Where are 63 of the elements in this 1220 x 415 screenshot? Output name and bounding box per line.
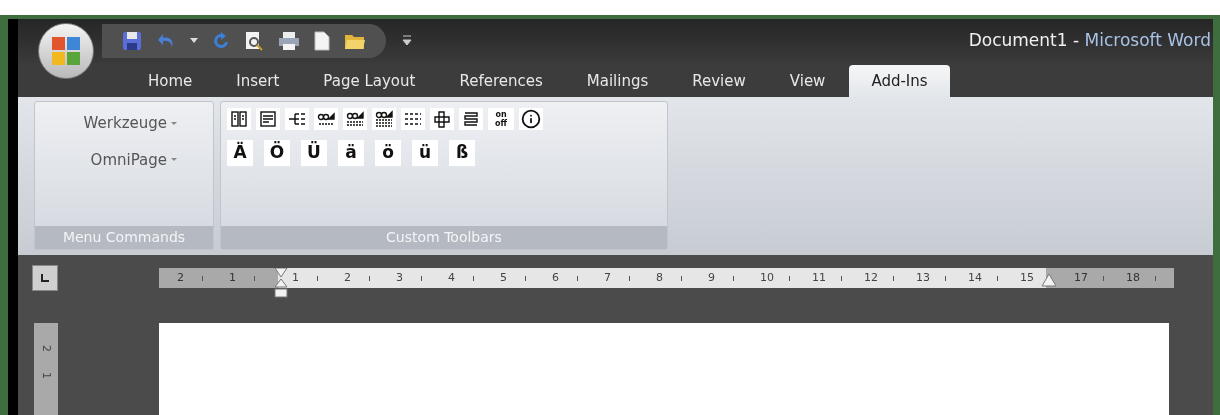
info-icon[interactable]: [519, 108, 543, 130]
ruler-number: 2: [177, 269, 184, 286]
caret-icon[interactable]: [190, 38, 198, 44]
ruler-number: 7: [604, 269, 611, 286]
logo-icon: [50, 35, 82, 67]
character-button[interactable]: ö: [375, 140, 401, 166]
printer-icon[interactable]: [278, 31, 300, 51]
form-icon[interactable]: [256, 108, 280, 130]
group-label: Custom Toolbars: [221, 226, 667, 249]
character-button[interactable]: ß: [449, 140, 475, 166]
link-icon[interactable]: [372, 108, 396, 130]
coil-icon[interactable]: [459, 108, 483, 130]
link-icon[interactable]: [343, 108, 367, 130]
ruler-number: 10: [760, 269, 774, 286]
ruler-number: 18: [1126, 269, 1140, 286]
ruler-number: 6: [552, 269, 559, 286]
ruler-number: 1: [292, 269, 299, 286]
print-preview-icon[interactable]: [244, 31, 264, 51]
window-title: Document1 - Microsoft Word: [968, 29, 1212, 53]
ribbon-tab[interactable]: Insert: [216, 65, 300, 97]
character-button[interactable]: Ü: [301, 140, 327, 166]
ruler-number: 9: [708, 269, 715, 286]
group-label: Menu Commands: [35, 226, 213, 249]
tree-icon[interactable]: [285, 108, 309, 130]
ruler-number: 1: [229, 269, 236, 286]
ruler-number: 11: [812, 269, 826, 286]
ruler-number: 5: [500, 269, 507, 286]
link-icon[interactable]: [314, 108, 338, 130]
ribbon-tab[interactable]: Add-Ins: [849, 65, 950, 97]
ruler-number: 3: [396, 269, 403, 286]
ribbon-tab[interactable]: Review: [672, 65, 766, 97]
ruler-number: 14: [968, 269, 982, 286]
menu-dropdown[interactable]: Werkzeuge: [83, 112, 177, 135]
customize-toolbar-icon[interactable]: [402, 35, 412, 47]
ribbon-tab[interactable]: Mailings: [566, 65, 669, 97]
ruler-number: 2: [344, 269, 351, 286]
ruler-number: 4: [448, 269, 455, 286]
ruler-number: 12: [864, 269, 878, 286]
ribbon-tab[interactable]: View: [769, 65, 846, 97]
new-document-icon[interactable]: [314, 31, 330, 51]
save-icon[interactable]: [122, 31, 142, 51]
ribbon-tab[interactable]: Page Layout: [303, 65, 436, 97]
ribbon-tab[interactable]: References: [439, 65, 563, 97]
ribbon-tab[interactable]: Home: [128, 65, 213, 97]
tab-stop-button[interactable]: [32, 265, 58, 291]
character-button[interactable]: ü: [412, 140, 438, 166]
on-off-button[interactable]: on off: [488, 108, 514, 130]
character-button[interactable]: Ö: [264, 140, 290, 166]
ruler-number: 15: [1020, 269, 1034, 286]
menu-dropdown[interactable]: OmniPage: [90, 148, 177, 171]
ruler-number: 17: [1074, 269, 1088, 286]
character-button[interactable]: ä: [338, 140, 364, 166]
ruler-number: 13: [916, 269, 930, 286]
book-icon[interactable]: [227, 108, 251, 130]
indent-marker[interactable]: [274, 268, 288, 298]
character-button[interactable]: Ä: [227, 140, 253, 166]
ruler-number: 8: [656, 269, 663, 286]
ruler-number: 1: [39, 372, 55, 379]
dashed-lines-icon[interactable]: [401, 108, 425, 130]
right-indent-marker[interactable]: [1041, 274, 1057, 288]
tab-stop-icon: [40, 273, 50, 283]
grid-icon[interactable]: [430, 108, 454, 130]
ruler-number: 2: [39, 345, 55, 352]
